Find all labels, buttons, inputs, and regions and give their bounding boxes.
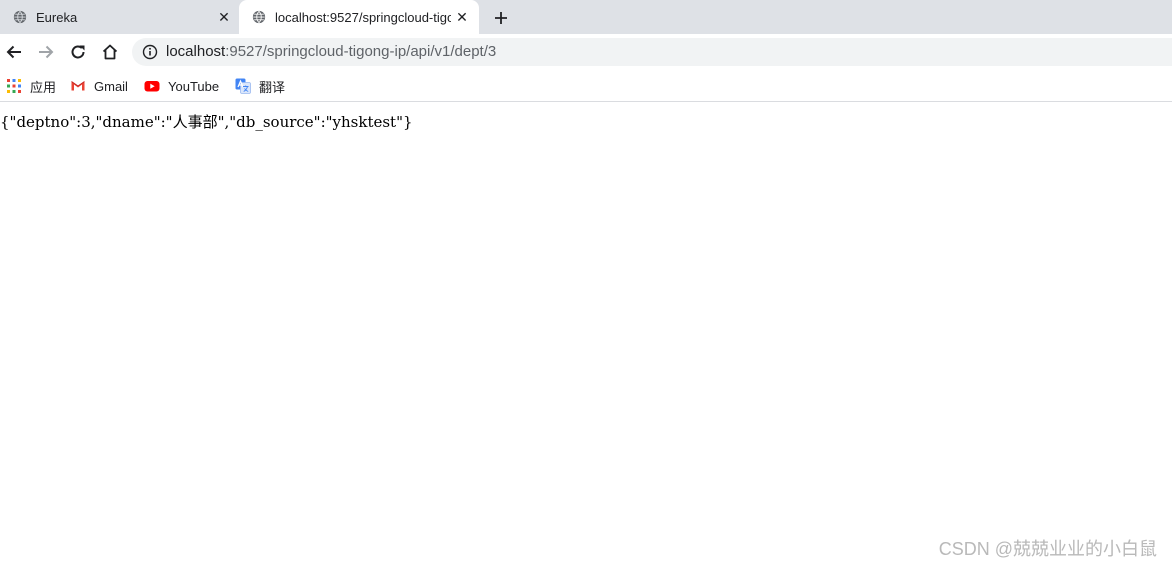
- arrow-left-icon: [6, 45, 21, 59]
- reload-icon: [71, 45, 85, 59]
- bookmark-label: Gmail: [94, 78, 128, 94]
- translate-icon: [235, 78, 251, 94]
- json-response-text: {"deptno":3,"dname":"人事部","db_source":"y…: [0, 113, 413, 131]
- reload-button[interactable]: [67, 41, 89, 63]
- bookmark-label: 翻译: [259, 79, 286, 95]
- bookmark-label: 应用: [30, 79, 57, 95]
- close-icon[interactable]: ✕: [454, 9, 470, 25]
- home-icon: [102, 44, 118, 60]
- tab-localhost[interactable]: localhost:9527/springcloud-tigong-ip/api…: [239, 0, 479, 34]
- globe-icon: [13, 10, 27, 24]
- page-content: {"deptno":3,"dname":"人事部","db_source":"y…: [0, 103, 1172, 567]
- tab-eureka[interactable]: Eureka ✕: [0, 0, 238, 34]
- toolbar: localhost:9527/springcloud-tigong-ip/api…: [0, 34, 1172, 70]
- tab-strip: Eureka ✕ localhost:9527/springcloud-tigo…: [0, 0, 1172, 34]
- tab-title: Eureka: [36, 10, 78, 25]
- back-button[interactable]: [3, 41, 25, 63]
- bookmark-translate[interactable]: 翻译: [235, 77, 285, 95]
- watermark: CSDN @兢兢业业的小白鼠: [938, 539, 1157, 559]
- url-host: localhost: [166, 43, 226, 60]
- tab-title: localhost:9527/springcloud-tigong-ip/api…: [275, 10, 451, 25]
- bookmark-gmail[interactable]: Gmail: [70, 77, 128, 95]
- bookmark-label: YouTube: [168, 78, 220, 94]
- url-text[interactable]: localhost:9527/springcloud-tigong-ip/api…: [166, 44, 496, 60]
- home-button[interactable]: [99, 41, 121, 63]
- new-tab-button[interactable]: [490, 7, 512, 29]
- address-bar[interactable]: localhost:9527/springcloud-tigong-ip/api…: [132, 38, 1172, 66]
- bookmark-apps[interactable]: 应用: [6, 77, 56, 95]
- apps-grid-icon: [7, 79, 21, 93]
- bookmark-youtube[interactable]: YouTube: [144, 77, 219, 95]
- browser-window: Eureka ✕ localhost:9527/springcloud-tigo…: [0, 0, 1172, 567]
- forward-button[interactable]: [35, 41, 57, 63]
- plus-icon: [495, 12, 507, 24]
- youtube-icon: [144, 81, 160, 92]
- arrow-right-icon: [39, 45, 54, 59]
- url-path: :9527/springcloud-tigong-ip/api/v1/dept/…: [225, 43, 497, 60]
- globe-icon: [252, 10, 266, 24]
- info-icon[interactable]: [142, 44, 158, 60]
- bookmarks-bar: 应用 Gmail YouTube 翻译: [0, 70, 1172, 102]
- close-icon[interactable]: ✕: [216, 9, 232, 25]
- gmail-icon: [71, 81, 85, 91]
